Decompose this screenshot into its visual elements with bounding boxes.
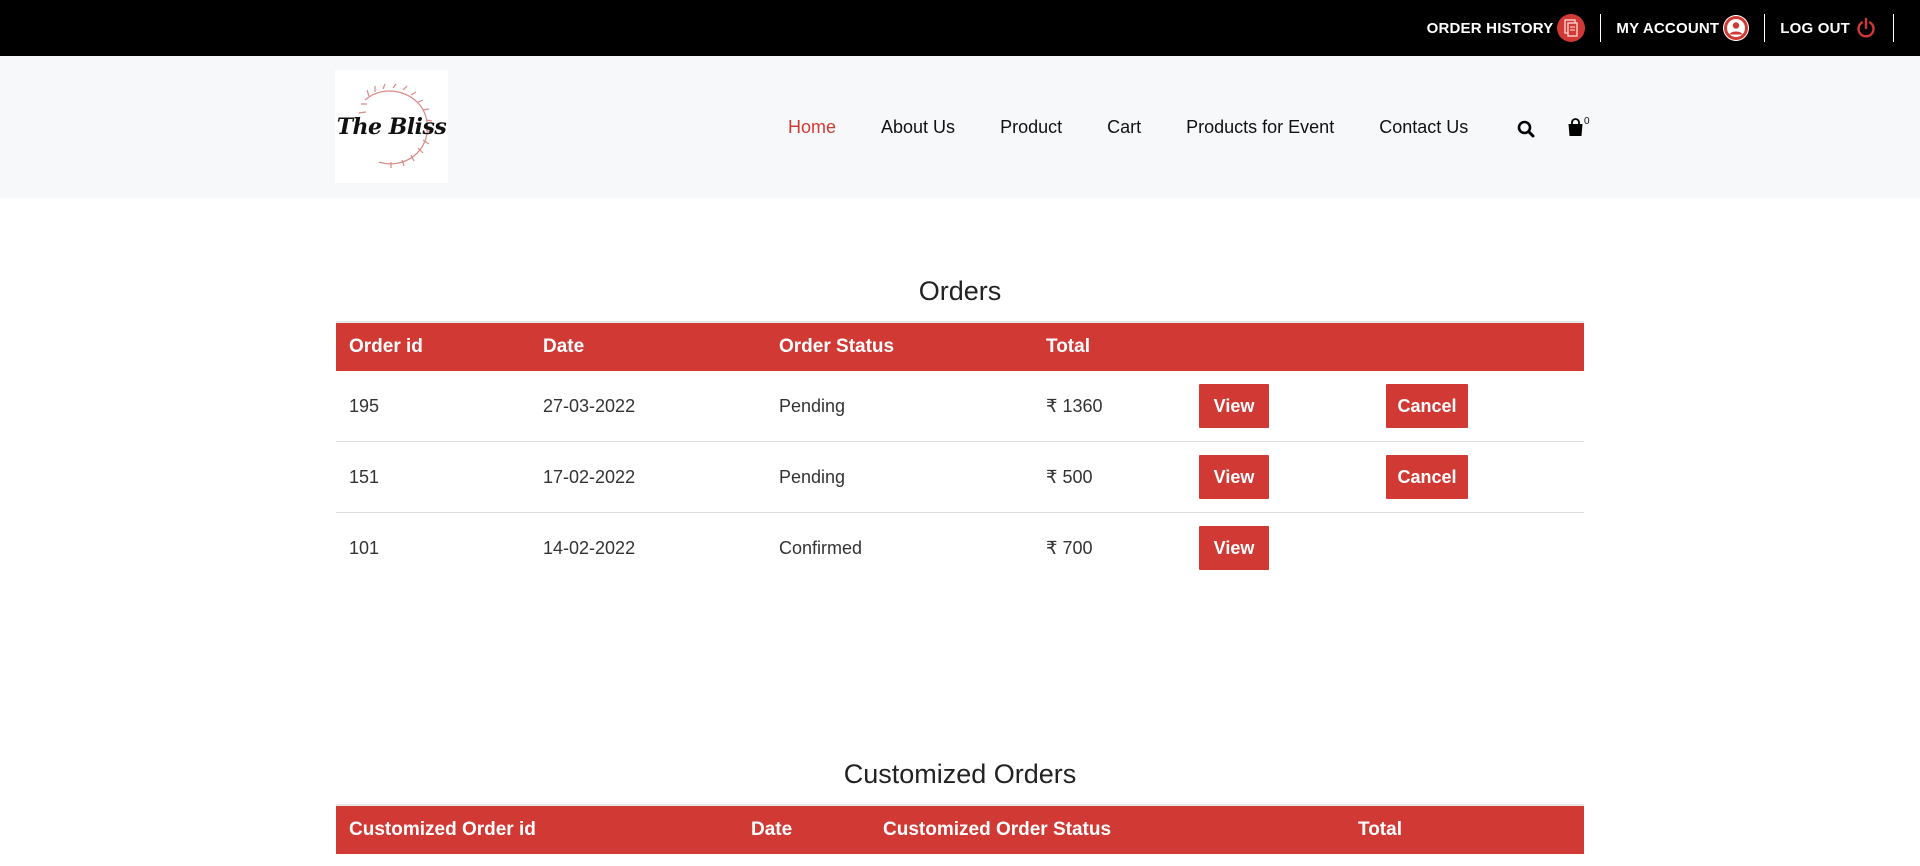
col-total: Total [1046, 336, 1090, 357]
col-total: Total [1358, 819, 1402, 840]
view-button[interactable]: View [1199, 455, 1269, 499]
orders-title: Orders [918, 276, 1002, 306]
customized-orders-table: Customized Order id Date Customized Orde… [336, 804, 1584, 854]
order-history-link[interactable]: ORDER HISTORY [1427, 14, 1586, 42]
col-order-status: Order Status [779, 336, 895, 357]
cancel-button[interactable]: Cancel [1386, 384, 1468, 428]
order-id: 101 [349, 538, 380, 558]
orders-table-header: Order id Date Order Status Total [336, 321, 1584, 371]
log-out-link[interactable]: LOG OUT [1780, 16, 1878, 40]
top-bar: ORDER HISTORY MY ACCOUNT LOG OUT [0, 0, 1920, 56]
col-date: Date [543, 336, 585, 357]
order-id: 195 [349, 395, 380, 416]
order-history-label: ORDER HISTORY [1426, 19, 1554, 37]
order-date: 17-02-2022 [543, 466, 636, 487]
view-button[interactable]: View [1199, 384, 1269, 428]
table-row: 101 14-02-2022 Confirmed ₹ 700 View [336, 513, 1584, 584]
view-button[interactable]: View [1199, 526, 1269, 570]
my-account-label: MY ACCOUNT [1616, 19, 1720, 37]
logo-text: The Bliss [336, 113, 447, 140]
divider [1600, 14, 1602, 42]
nav-products-for-event[interactable]: Products for Event [1186, 117, 1334, 138]
orders-table: Order id Date Order Status Total 195 27-… [336, 321, 1584, 584]
cancel-button[interactable]: Cancel [1386, 455, 1468, 499]
site-header: The Bliss Home About Us Product Cart Pro… [0, 56, 1920, 198]
nav-product[interactable]: Product [1000, 117, 1062, 138]
order-status: Confirmed [779, 538, 863, 558]
nav-cart[interactable]: Cart [1107, 117, 1141, 138]
customized-orders-table-header: Customized Order id Date Customized Orde… [336, 804, 1584, 854]
order-total: ₹ 500 [1046, 466, 1093, 487]
divider [1764, 14, 1766, 42]
user-icon [1723, 15, 1750, 41]
order-history-icon [1557, 14, 1586, 42]
order-date: 14-02-2022 [543, 538, 636, 558]
search-icon[interactable] [1517, 120, 1535, 143]
my-account-link[interactable]: MY ACCOUNT [1616, 15, 1750, 41]
main-nav: Home About Us Product Cart Products for … [788, 56, 1513, 198]
order-status: Pending [779, 466, 846, 487]
customized-orders-title: Customized Orders [843, 759, 1077, 789]
order-id: 151 [349, 466, 380, 487]
shopping-bag-icon[interactable] [1567, 118, 1584, 142]
log-out-label: LOG OUT [1780, 19, 1850, 37]
nav-about-us[interactable]: About Us [881, 117, 955, 138]
table-row: 195 27-03-2022 Pending ₹ 1360 View Cance… [336, 371, 1584, 442]
col-order-id: Order id [349, 336, 423, 357]
top-bar-links: ORDER HISTORY MY ACCOUNT LOG OUT [1427, 0, 1894, 56]
nav-contact-us[interactable]: Contact Us [1379, 117, 1468, 138]
nav-home[interactable]: Home [788, 117, 836, 138]
order-date: 27-03-2022 [543, 395, 636, 416]
brand-logo[interactable]: The Bliss [335, 70, 448, 183]
order-total: ₹ 1360 [1046, 395, 1103, 416]
col-date: Date [751, 819, 793, 840]
cart-count-badge: 0 [1584, 116, 1590, 127]
power-icon [1854, 16, 1878, 40]
divider [1893, 14, 1894, 42]
col-customized-order-status: Customized Order Status [883, 819, 1112, 840]
order-total: ₹ 700 [1046, 538, 1093, 558]
table-row: 151 17-02-2022 Pending ₹ 500 View Cancel [336, 442, 1584, 513]
col-customized-order-id: Customized Order id [349, 819, 536, 840]
order-status: Pending [779, 395, 846, 416]
